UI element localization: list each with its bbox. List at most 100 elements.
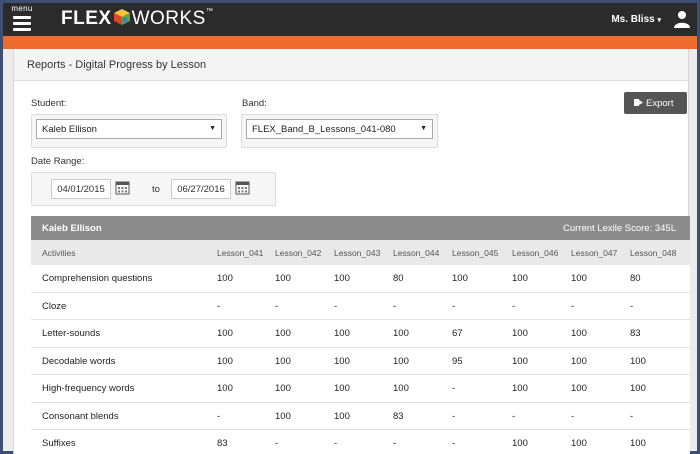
score-cell: 100 — [571, 273, 587, 284]
column-header: Lesson_043 — [334, 248, 381, 258]
score-cell: - — [452, 410, 456, 422]
score-cell: - — [334, 438, 338, 449]
score-cell: 100 — [571, 438, 587, 449]
accent-bar — [3, 36, 697, 49]
column-header: Lesson_044 — [393, 248, 440, 258]
score-cell: 100 — [630, 383, 646, 394]
score-cell: - — [217, 410, 221, 422]
hamburger-icon — [7, 16, 37, 31]
student-select[interactable]: Kaleb Ellison ▼ — [36, 119, 222, 139]
report-panel: Reports - Digital Progress by Lesson Stu… — [13, 49, 690, 454]
score-cell: 100 — [334, 410, 350, 422]
score-cell: - — [512, 300, 516, 312]
table-column-header: Activities Lesson_041 Lesson_042 Lesson_… — [31, 240, 690, 265]
score-cell: - — [334, 300, 338, 312]
score-cell: - — [571, 410, 575, 422]
band-select[interactable]: FLEX_Band_B_Lessons_041-080 ▼ — [246, 119, 433, 139]
user-menu[interactable]: Ms. Bliss ▾ — [611, 14, 661, 25]
score-cell: 100 — [571, 383, 587, 394]
export-label: Export — [646, 98, 674, 109]
column-header: Lesson_047 — [571, 248, 618, 258]
calendar-icon[interactable] — [115, 180, 130, 195]
score-cell: 100 — [512, 383, 528, 394]
score-cell: 100 — [275, 273, 291, 284]
top-bar: menu FLEX WORKS™ Ms. Bliss ▾ — [3, 3, 697, 36]
score-cell: 100 — [275, 355, 291, 367]
user-name: Ms. Bliss — [611, 14, 655, 25]
export-icon — [634, 99, 643, 106]
band-label: Band: — [242, 98, 267, 109]
calendar-icon[interactable] — [235, 180, 250, 195]
score-cell: 100 — [630, 355, 646, 367]
page-title: Reports - Digital Progress by Lesson — [14, 49, 688, 81]
progress-table: Kaleb Ellison Current Lexile Score: 345L… — [31, 216, 690, 454]
score-cell: - — [393, 300, 397, 312]
table-student-header: Kaleb Ellison Current Lexile Score: 345L — [31, 216, 690, 240]
score-cell: 83 — [630, 328, 641, 339]
score-cell: - — [630, 300, 634, 312]
date-range-group: 04/01/2015 to 06/27/2016 — [31, 172, 276, 206]
score-cell: - — [630, 410, 634, 422]
band-select-value: FLEX_Band_B_Lessons_041-080 — [252, 124, 396, 135]
table-row: Cloze - - - - - - - - — [31, 292, 690, 320]
start-date-input[interactable]: 04/01/2015 — [51, 179, 111, 199]
score-cell: 100 — [393, 328, 409, 339]
score-cell: - — [275, 300, 279, 312]
score-cell: 100 — [275, 328, 291, 339]
band-select-wrap: FLEX_Band_B_Lessons_041-080 ▼ — [241, 114, 438, 148]
score-cell: - — [217, 300, 221, 312]
score-cell: 100 — [275, 410, 291, 422]
score-cell: 100 — [393, 383, 409, 394]
score-cell: 100 — [393, 355, 409, 367]
score-cell: 100 — [512, 328, 528, 339]
table-row: Comprehension questions 100 100 100 80 100 100… — [31, 265, 690, 293]
score-cell: 83 — [217, 438, 228, 449]
student-label: Student: — [31, 98, 67, 109]
table-row: Suffixes 83 - - - - 100 100 100 — [31, 430, 690, 454]
table-body: Comprehension questions 100 100 100 80 100 100… — [31, 265, 690, 454]
end-date-input[interactable]: 06/27/2016 — [171, 179, 231, 199]
activity-cell: High-frequency words — [42, 383, 135, 394]
date-to-label: to — [152, 184, 160, 195]
app-frame: menu FLEX WORKS™ Ms. Bliss ▾ Reports - D… — [0, 0, 700, 454]
column-header: Activities — [42, 248, 76, 258]
table-row: Decodable words 100 100 100 100 95 100 100 100 — [31, 347, 690, 375]
score-cell: - — [275, 438, 279, 449]
score-cell: 100 — [571, 328, 587, 339]
chevron-down-icon: ▼ — [209, 125, 216, 132]
score-cell: 100 — [512, 355, 528, 367]
score-cell: 67 — [452, 328, 463, 339]
score-cell: - — [452, 438, 456, 449]
score-cell: - — [393, 438, 397, 449]
score-cell: 80 — [393, 273, 404, 284]
activity-cell: Letter-sounds — [42, 328, 101, 339]
score-cell: 95 — [452, 355, 463, 367]
student-select-wrap: Kaleb Ellison ▼ — [31, 114, 227, 148]
table-row: Letter-sounds 100 100 100 100 67 100 100 83 — [31, 320, 690, 348]
score-cell: 83 — [393, 410, 404, 422]
logo-works-text: WORKS — [131, 8, 206, 29]
score-cell: 100 — [630, 438, 646, 449]
activity-cell: Consonant blends — [42, 410, 119, 422]
score-cell: - — [512, 410, 516, 422]
score-cell: 100 — [334, 355, 350, 367]
activity-cell: Comprehension questions — [42, 273, 153, 284]
column-header: Lesson_045 — [452, 248, 499, 258]
score-cell: 100 — [217, 328, 233, 339]
table-row: High-frequency words 100 100 100 100 - 100 100 1… — [31, 375, 690, 403]
user-profile-icon[interactable] — [673, 10, 691, 28]
score-cell: - — [452, 383, 456, 394]
logo-flex-text: FLEX — [61, 8, 112, 29]
table-row: Consonant blends - 100 100 83 - - - - — [31, 402, 690, 430]
menu-button[interactable]: menu — [7, 3, 37, 36]
score-cell: 100 — [571, 355, 587, 367]
lexile-score: Current Lexile Score: 345L — [562, 223, 676, 234]
menu-label: menu — [11, 4, 33, 13]
score-cell: - — [571, 300, 575, 312]
score-cell: 100 — [512, 273, 528, 284]
export-button[interactable]: Export — [624, 92, 687, 114]
column-header: Lesson_041 — [217, 248, 264, 258]
score-cell: 100 — [217, 273, 233, 284]
column-header: Lesson_046 — [512, 248, 559, 258]
score-cell: - — [452, 300, 456, 312]
